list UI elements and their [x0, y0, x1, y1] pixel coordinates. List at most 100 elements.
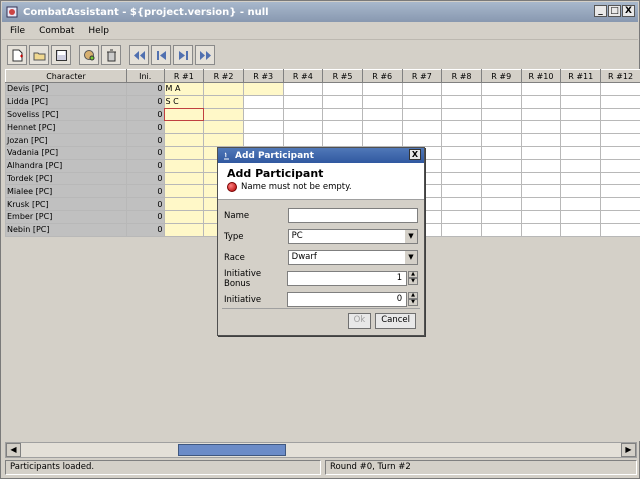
new-button[interactable]	[7, 45, 27, 65]
menu-file[interactable]: File	[4, 26, 31, 36]
round-cell[interactable]	[560, 120, 602, 135]
round-cell[interactable]	[520, 120, 562, 135]
round-cell[interactable]	[163, 184, 205, 199]
round-cell[interactable]	[600, 197, 640, 211]
col-header[interactable]: R #10	[520, 69, 562, 83]
round-cell[interactable]	[560, 107, 602, 122]
character-cell[interactable]: Devis [PC]	[5, 82, 127, 96]
type-select[interactable]: PC ▼	[287, 229, 418, 244]
col-header[interactable]: R #3	[242, 69, 284, 83]
round-cell[interactable]	[441, 184, 482, 199]
menu-combat[interactable]: Combat	[33, 26, 80, 36]
last-button[interactable]	[195, 45, 215, 65]
round-cell[interactable]	[560, 94, 602, 109]
round-cell[interactable]	[361, 82, 403, 96]
scroll-left-arrow-icon[interactable]: ◀	[6, 443, 21, 457]
initiative-bonus-input[interactable]: 1	[287, 271, 408, 286]
initiative-cell[interactable]: 0	[125, 158, 165, 173]
round-cell[interactable]	[322, 82, 363, 96]
initiative-input[interactable]: 0	[287, 292, 408, 307]
round-cell[interactable]	[560, 222, 602, 237]
character-cell[interactable]: Ember [PC]	[5, 209, 127, 224]
col-header[interactable]: Ini.	[125, 69, 165, 83]
round-cell[interactable]	[163, 197, 205, 211]
round-cell[interactable]	[203, 82, 244, 96]
round-cell[interactable]	[441, 82, 482, 96]
round-cell[interactable]	[520, 133, 562, 147]
col-header[interactable]: R #11	[560, 69, 602, 83]
col-header[interactable]: R #8	[441, 69, 482, 83]
round-cell[interactable]	[480, 133, 522, 147]
round-cell[interactable]	[560, 133, 602, 147]
round-cell[interactable]	[163, 133, 205, 147]
table-row[interactable]: Devis [PC] 0 M A	[5, 82, 640, 96]
round-cell[interactable]	[322, 120, 363, 135]
round-cell[interactable]	[520, 222, 562, 237]
character-cell[interactable]: Tordek [PC]	[5, 171, 127, 186]
round-cell[interactable]	[401, 107, 443, 122]
round-cell[interactable]	[242, 133, 284, 147]
table-row[interactable]: Soveliss [PC] 0	[5, 107, 640, 122]
round-cell[interactable]	[600, 171, 640, 186]
round-cell[interactable]	[560, 209, 602, 224]
initiative-stepper[interactable]: ▲ ▼	[408, 292, 418, 307]
spin-down-icon[interactable]: ▼	[408, 299, 418, 306]
previous-button[interactable]	[151, 45, 171, 65]
round-cell[interactable]	[361, 107, 403, 122]
round-cell[interactable]	[480, 145, 522, 160]
character-cell[interactable]: Vadania [PC]	[5, 145, 127, 160]
initiative-cell[interactable]: 0	[125, 145, 165, 160]
col-header[interactable]: Character	[5, 69, 127, 83]
character-cell[interactable]: Lidda [PC]	[5, 94, 127, 109]
round-cell[interactable]	[282, 94, 324, 109]
initiative-cell[interactable]: 0	[125, 120, 165, 135]
round-cell[interactable]: M A	[163, 82, 205, 96]
scroll-right-arrow-icon[interactable]: ▶	[621, 443, 636, 457]
dialog-title-bar[interactable]: Add Participant X	[218, 148, 424, 163]
round-cell[interactable]	[401, 133, 443, 147]
add-participant-button[interactable]	[79, 45, 99, 65]
round-cell[interactable]	[441, 120, 482, 135]
round-cell[interactable]	[560, 145, 602, 160]
round-cell[interactable]	[560, 158, 602, 173]
round-cell[interactable]	[600, 145, 640, 160]
round-cell[interactable]	[441, 94, 482, 109]
round-cell[interactable]	[520, 107, 562, 122]
open-button[interactable]	[29, 45, 49, 65]
initiative-cell[interactable]: 0	[125, 107, 165, 122]
minimize-button[interactable]: _	[594, 5, 607, 17]
spin-up-icon[interactable]: ▲	[408, 271, 418, 278]
initiative-cell[interactable]: 0	[125, 184, 165, 199]
col-header[interactable]: R #6	[361, 69, 403, 83]
round-cell[interactable]	[322, 94, 363, 109]
round-cell[interactable]	[163, 107, 205, 122]
initiative-cell[interactable]: 0	[125, 222, 165, 237]
table-row[interactable]: Jozan [PC] 0	[5, 133, 640, 147]
round-cell[interactable]	[600, 222, 640, 237]
round-cell[interactable]	[163, 158, 205, 173]
round-cell[interactable]	[282, 107, 324, 122]
round-cell[interactable]	[282, 133, 324, 147]
initiative-cell[interactable]: 0	[125, 197, 165, 211]
round-cell[interactable]	[480, 107, 522, 122]
round-cell[interactable]	[282, 82, 324, 96]
race-select[interactable]: Dwarf ▼	[287, 250, 418, 265]
round-cell[interactable]	[600, 82, 640, 96]
character-cell[interactable]: Alhandra [PC]	[5, 158, 127, 173]
round-cell[interactable]	[600, 94, 640, 109]
round-cell[interactable]	[401, 94, 443, 109]
round-cell[interactable]	[600, 107, 640, 122]
round-cell[interactable]	[560, 184, 602, 199]
round-cell[interactable]	[520, 171, 562, 186]
dialog-close-button[interactable]: X	[409, 149, 421, 160]
round-cell[interactable]	[322, 133, 363, 147]
round-cell[interactable]	[600, 184, 640, 199]
round-cell[interactable]	[361, 94, 403, 109]
round-cell[interactable]	[520, 94, 562, 109]
round-cell[interactable]	[480, 120, 522, 135]
col-header[interactable]: R #7	[401, 69, 443, 83]
round-cell[interactable]	[242, 82, 284, 96]
character-cell[interactable]: Krusk [PC]	[5, 197, 127, 211]
round-cell[interactable]	[600, 158, 640, 173]
close-button[interactable]: X	[622, 5, 635, 17]
